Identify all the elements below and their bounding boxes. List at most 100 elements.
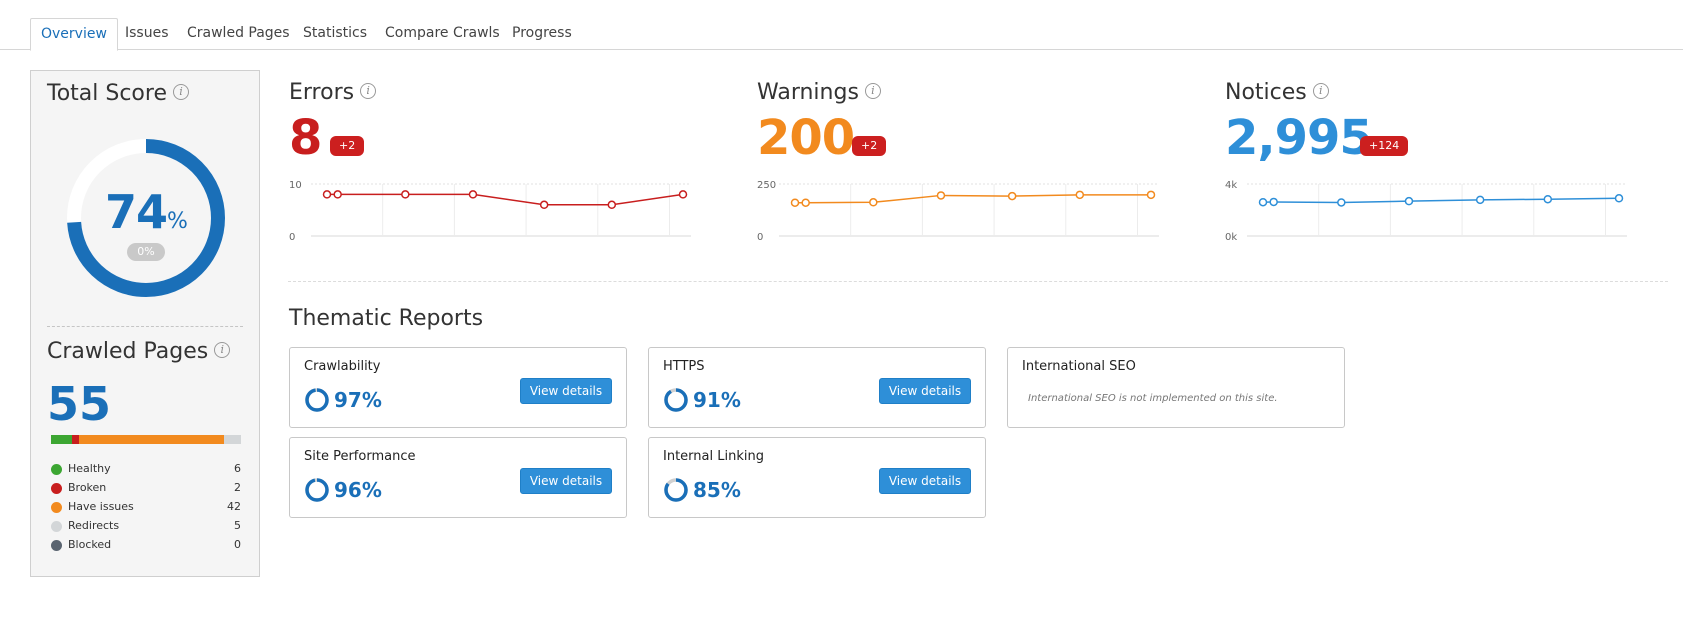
data-point[interactable] — [607, 200, 617, 210]
legend-dot-icon — [51, 483, 62, 494]
data-point[interactable] — [1475, 195, 1485, 205]
tab-statistics[interactable]: Statistics — [293, 18, 377, 50]
warnings-delta-badge: +2 — [852, 136, 887, 156]
data-point[interactable] — [936, 191, 946, 200]
legend-item[interactable]: Healthy 6 — [51, 461, 241, 480]
report-name: Crawlability — [304, 359, 381, 374]
total-score-donut: 74% 0% — [65, 137, 227, 299]
crawled-pages-title: Crawled Pages i — [47, 339, 231, 364]
crawled-pages-count[interactable]: 55 — [47, 377, 111, 431]
data-point[interactable] — [801, 198, 810, 207]
score-unit: % — [167, 209, 188, 234]
report-score: 97% — [334, 388, 382, 412]
report-name: HTTPS — [663, 359, 705, 374]
data-point[interactable] — [1269, 197, 1278, 207]
report-name: International SEO — [1022, 359, 1136, 374]
data-point[interactable] — [468, 190, 478, 199]
info-icon[interactable]: i — [360, 83, 377, 99]
series-line — [795, 194, 1151, 204]
score-value: 74% — [65, 185, 227, 239]
legend-item[interactable]: Broken 2 — [51, 480, 241, 499]
y-axis-label-top: 250 — [757, 180, 776, 191]
view-details-button[interactable]: View details — [879, 378, 971, 404]
score-number: 74 — [105, 185, 168, 239]
report-https: HTTPS 91% View details — [648, 347, 986, 428]
legend-count: 0 — [234, 538, 241, 551]
tab-overview[interactable]: Overview — [30, 18, 118, 51]
report-internal-linking: Internal Linking 85% View details — [648, 437, 986, 518]
legend-count: 6 — [234, 462, 241, 475]
info-icon[interactable]: i — [214, 342, 231, 358]
tab-bar: Overview Issues Crawled Pages Statistics… — [0, 18, 1683, 51]
section-divider — [288, 281, 1668, 282]
data-point[interactable] — [1337, 198, 1346, 207]
report-score: 85% — [693, 478, 741, 502]
ring-arc — [664, 388, 688, 412]
divider — [47, 326, 243, 327]
view-details-button[interactable]: View details — [879, 468, 971, 494]
bar-segment-healthy — [51, 435, 72, 444]
total-score-title: Total Score i — [47, 81, 189, 106]
legend-label: Redirects — [68, 519, 120, 532]
total-score-title-text: Total Score — [47, 81, 167, 106]
legend-item[interactable]: Redirects 5 — [51, 518, 241, 537]
notices-panel: Notices i 2,995 +124 4k 0k — [1225, 80, 1655, 255]
data-point[interactable] — [678, 190, 688, 199]
report-score: 96% — [334, 478, 382, 502]
data-point[interactable] — [869, 198, 878, 207]
warnings-title-text: Warnings — [757, 80, 859, 105]
crawled-pages-legend: Healthy 6 Broken 2 Have issues 42 Redirects 5 Bl… — [51, 461, 241, 556]
notices-count[interactable]: 2,995 — [1225, 110, 1373, 166]
data-point[interactable] — [401, 190, 410, 199]
report-note: International SEO is not implemented on … — [1028, 393, 1278, 404]
data-point[interactable] — [790, 198, 800, 207]
data-point[interactable] — [322, 190, 332, 199]
data-point[interactable] — [1543, 194, 1553, 204]
y-axis-label-bottom: 0k — [1225, 232, 1237, 243]
view-details-button[interactable]: View details — [520, 378, 612, 404]
progress-ring-icon — [305, 388, 329, 412]
data-point[interactable] — [1075, 190, 1085, 200]
info-icon[interactable]: i — [173, 84, 189, 100]
errors-trend-chart: 10 0 — [289, 180, 691, 243]
legend-count: 42 — [227, 500, 241, 513]
legend-dot-icon — [51, 540, 62, 551]
data-point[interactable] — [1007, 191, 1017, 201]
progress-ring-icon — [305, 478, 329, 502]
report-international-seo: International SEO International SEO is n… — [1007, 347, 1345, 428]
warnings-trend-chart: 250 0 — [757, 180, 1159, 243]
series-line — [1262, 197, 1620, 204]
ring-arc — [305, 388, 329, 412]
info-icon[interactable]: i — [1312, 83, 1329, 99]
tab-compare-crawls[interactable]: Compare Crawls — [375, 18, 510, 50]
view-details-button[interactable]: View details — [520, 468, 612, 494]
bar-segment-broken — [71, 435, 79, 444]
y-axis-label-top: 4k — [1225, 180, 1237, 191]
legend-count: 5 — [234, 519, 241, 532]
notices-title: Notices i — [1225, 80, 1329, 105]
report-name: Site Performance — [304, 449, 416, 464]
data-point[interactable] — [1404, 196, 1414, 206]
progress-ring-icon — [664, 478, 688, 502]
tab-crawled-pages[interactable]: Crawled Pages — [177, 18, 300, 50]
data-point[interactable] — [333, 190, 342, 199]
crawled-pages-bar — [51, 435, 241, 444]
progress-ring-icon — [664, 388, 688, 412]
report-score: 91% — [693, 388, 741, 412]
tab-progress[interactable]: Progress — [502, 18, 582, 50]
score-change-badge: 0% — [127, 243, 165, 261]
legend-item[interactable]: Blocked 0 — [51, 537, 241, 556]
errors-count[interactable]: 8 — [289, 110, 322, 166]
notices-delta-badge: +124 — [1360, 136, 1409, 156]
tab-issues[interactable]: Issues — [115, 18, 179, 50]
data-point[interactable] — [1258, 197, 1268, 207]
legend-label: Broken — [68, 481, 107, 494]
legend-item[interactable]: Have issues 42 — [51, 499, 241, 518]
info-icon[interactable]: i — [864, 83, 881, 99]
warnings-count[interactable]: 200 — [757, 110, 855, 166]
report-site-performance: Site Performance 96% View details — [289, 437, 627, 518]
score-card: Total Score i 74% 0% Crawled Pages i 55 He… — [30, 70, 260, 577]
data-point[interactable] — [539, 200, 549, 210]
data-point[interactable] — [1146, 190, 1156, 200]
data-point[interactable] — [1614, 194, 1624, 203]
